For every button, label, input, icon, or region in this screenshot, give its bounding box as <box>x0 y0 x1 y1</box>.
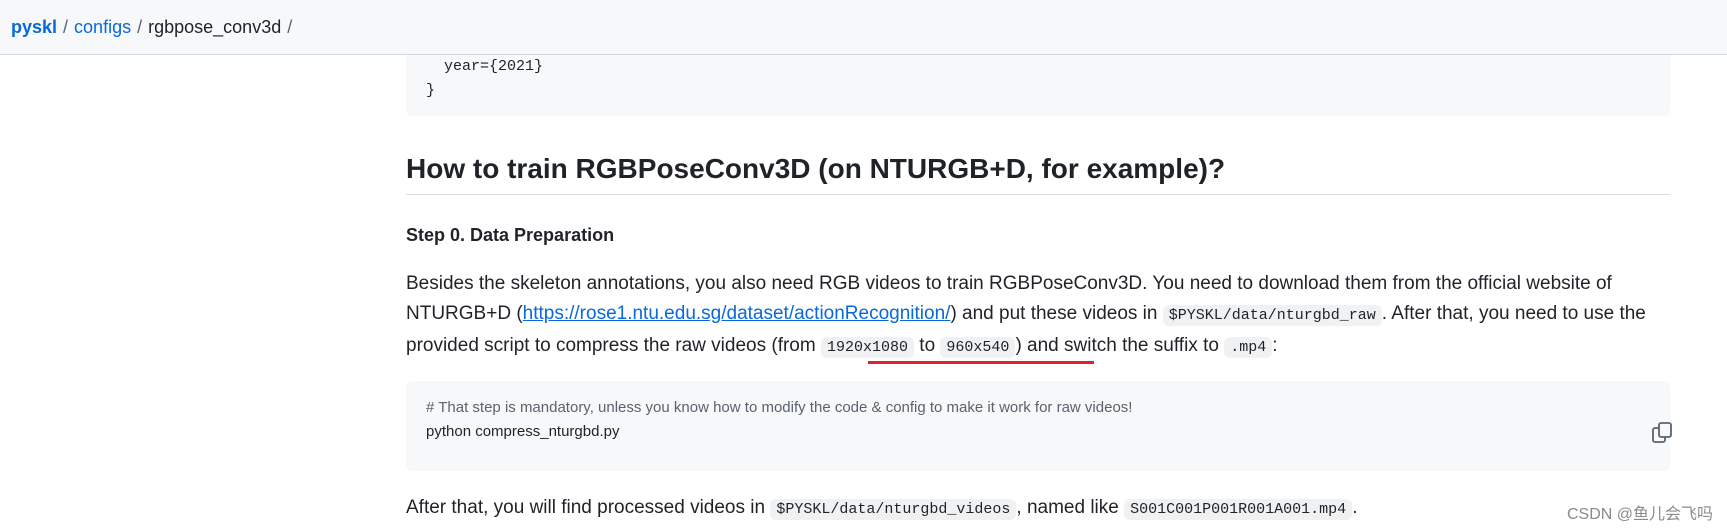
breadcrumb-repo-link[interactable]: pyskl <box>11 17 57 38</box>
breadcrumb-separator: / <box>287 16 293 37</box>
code-comment: # That step is mandatory, unless you kno… <box>426 399 1133 416</box>
inline-code-videos-path: $PYSKL/data/nturgbd_videos <box>770 499 1017 520</box>
code-line: year={2021} <box>426 58 544 75</box>
inline-code-example-name: S001C001P001R001A001.mp4 <box>1124 499 1353 520</box>
compress-code-block: # That step is mandatory, unless you kno… <box>406 381 1672 471</box>
copy-icon <box>1652 422 1672 443</box>
copy-button[interactable] <box>1625 396 1672 443</box>
breadcrumb: pyskl / configs / rgbpose_conv3d / <box>0 0 1727 55</box>
paragraph-text: , named like <box>1016 497 1125 518</box>
readme-content: year={2021} } How to train RGBPoseConv3D… <box>406 55 1672 520</box>
breadcrumb-current: rgbpose_conv3d <box>148 16 282 37</box>
section-heading: How to train RGBPoseConv3D (on NTURGB+D,… <box>406 147 1670 195</box>
step0-paragraph: Besides the skeleton annotations, you al… <box>406 269 1670 363</box>
breadcrumb-configs-link[interactable]: configs <box>74 17 131 38</box>
inline-code-resolution-from: 1920x1080 <box>821 337 915 358</box>
breadcrumb-separator: / <box>63 16 69 37</box>
breadcrumb-separator: / <box>137 16 143 37</box>
paragraph-text: ) and switch the suffix to <box>1015 335 1225 356</box>
paragraph-text: ) and put these videos in <box>950 303 1163 324</box>
inline-code-resolution-to: 960x540 <box>940 337 1016 358</box>
code-command: python compress_nturgbd.py <box>426 423 620 440</box>
paragraph-text: . <box>1352 497 1358 518</box>
paragraph-text: After that, you will find processed vide… <box>406 497 771 518</box>
paragraph-text: to <box>914 335 941 356</box>
paragraph-text: : <box>1272 335 1278 356</box>
after-paragraph: After that, you will find processed vide… <box>406 493 1357 525</box>
code-line: } <box>426 82 436 99</box>
nturgbd-website-link[interactable]: https://rose1.ntu.edu.sg/dataset/actionR… <box>523 303 951 324</box>
citation-code-block: year={2021} } <box>406 55 1670 116</box>
inline-code-suffix: .mp4 <box>1224 337 1273 358</box>
csdn-watermark: CSDN @鱼儿会飞吗 <box>1566 506 1713 523</box>
red-underline-annotation <box>868 361 1094 364</box>
inline-code-raw-path: $PYSKL/data/nturgbd_raw <box>1162 305 1382 326</box>
step-heading: Step 0. Data Preparation <box>406 225 615 245</box>
